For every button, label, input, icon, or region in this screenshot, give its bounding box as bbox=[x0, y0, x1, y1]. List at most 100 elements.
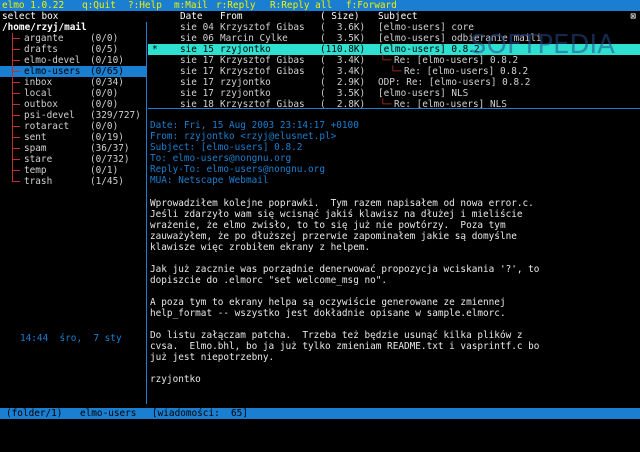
clock: 14:44 śro, 7 sty bbox=[20, 333, 122, 344]
folder-count: (0/0) bbox=[90, 121, 119, 132]
key-reply-all[interactable]: R:Reply all bbox=[270, 0, 332, 11]
tree-branch bbox=[12, 99, 22, 110]
folder-count: (0/34) bbox=[90, 77, 124, 88]
row-from: rzyjontko bbox=[220, 44, 271, 55]
row-size: ( 3.6K) bbox=[320, 22, 366, 33]
row-subject: [elmo-users] 0.8.2 bbox=[378, 44, 480, 55]
folder-item-elmo-devel[interactable]: elmo-devel (0/10) bbox=[0, 55, 146, 66]
message-row[interactable]: sie 17 rzyjontko ( 3.5K) [elmo-users] NLS bbox=[148, 88, 640, 99]
folder-name: psi-devel bbox=[24, 110, 75, 121]
body-paragraph: Wprowadziłem kolejne poprawki. Tym razem… bbox=[150, 198, 534, 253]
folder-count: (0/5) bbox=[90, 44, 119, 55]
folder-item-outbox[interactable]: outbox (0/0) bbox=[0, 99, 146, 110]
folder-count: (0/732) bbox=[90, 154, 130, 165]
folder-count: (0/0) bbox=[90, 33, 119, 44]
header-from: From: rzyjontko <rzyj@elusnet.pl> bbox=[150, 131, 337, 142]
key-quit[interactable]: q:Quit bbox=[82, 0, 116, 11]
folder-item-drafts[interactable]: drafts (0/5) bbox=[0, 44, 146, 55]
row-mark: * bbox=[152, 44, 158, 55]
tree-branch bbox=[12, 66, 22, 77]
folder-name: temp bbox=[24, 165, 47, 176]
key-help[interactable]: ?:Help bbox=[128, 0, 162, 11]
status-message-count: [wiadomości: 65] bbox=[152, 408, 248, 419]
folder-count: (329/727) bbox=[90, 110, 141, 121]
row-subject: [elmo-users] NLS bbox=[378, 88, 469, 99]
folder-name: argante bbox=[24, 33, 64, 44]
folder-count: (0/0) bbox=[90, 88, 119, 99]
row-from: rzyjontko bbox=[220, 77, 271, 88]
folder-item-rotaract[interactable]: rotaract (0/0) bbox=[0, 121, 146, 132]
folder-count: (0/1) bbox=[90, 165, 119, 176]
folder-item-psi-devel[interactable]: psi-devel (329/727) bbox=[0, 110, 146, 121]
row-date: sie 04 bbox=[180, 22, 214, 33]
row-date: sie 17 bbox=[180, 66, 214, 77]
row-size: (110.8K) bbox=[320, 44, 366, 55]
folder-item-elmo-users[interactable]: elmo-users (0/65) bbox=[0, 66, 146, 77]
tree-branch bbox=[12, 154, 22, 165]
row-date: sie 17 bbox=[180, 77, 214, 88]
folder-name: rotaract bbox=[24, 121, 70, 132]
message-row[interactable]: sie 17 Krzysztof Gibas ( 3.4K) └─ Re: [elmo-… bbox=[148, 66, 640, 77]
folder-count: (1/45) bbox=[90, 176, 124, 187]
folder-item-inbox[interactable]: inbox (0/34) bbox=[0, 77, 146, 88]
folder-name: outbox bbox=[24, 99, 58, 110]
select-box-label: select box bbox=[2, 11, 59, 22]
command-line[interactable] bbox=[0, 419, 640, 433]
folder-item-argante[interactable]: argante (0/0) bbox=[0, 33, 146, 44]
folder-item-temp[interactable]: temp (0/1) bbox=[0, 165, 146, 176]
row-size: ( 2.9K) bbox=[320, 77, 366, 88]
status-bar: (folder/1) elmo-users [wiadomości: 65] bbox=[0, 408, 640, 419]
app-version: elmo 1.0.22 bbox=[2, 0, 65, 11]
folder-name: elmo-users bbox=[24, 66, 81, 77]
folder-count: (0/65) bbox=[90, 66, 124, 77]
tree-branch bbox=[12, 55, 22, 66]
folder-name: drafts bbox=[24, 44, 58, 55]
thread-line: └─ bbox=[380, 55, 392, 66]
status-folder: (folder/1) bbox=[6, 408, 63, 419]
row-size: ( 3.4K) bbox=[320, 66, 366, 77]
row-from: Krzysztof Gibas bbox=[220, 22, 305, 33]
body-paragraph: Do listu załączam patcha. Trzeba też będ… bbox=[150, 330, 540, 363]
key-forward[interactable]: f:Forward bbox=[346, 0, 397, 11]
watermark: SOFTPEDIA bbox=[470, 30, 615, 60]
folder-item-stare[interactable]: stare (0/732) bbox=[0, 154, 146, 165]
tree-branch bbox=[12, 165, 22, 176]
top-keybar: elmo 1.0.22 q:Quit ?:Help m:Mail r:Reply… bbox=[0, 0, 640, 11]
thread-line: └─ bbox=[390, 66, 402, 77]
row-size: ( 3.4K) bbox=[320, 55, 366, 66]
row-size: ( 3.5K) bbox=[320, 88, 366, 99]
tree-branch bbox=[12, 132, 22, 143]
folder-item-spam[interactable]: spam (36/37) bbox=[0, 143, 146, 154]
row-subject: [elmo-users] core bbox=[378, 22, 474, 33]
row-date: sie 17 bbox=[180, 55, 214, 66]
row-from: Marcin Cylke bbox=[220, 33, 288, 44]
body-signature: rzyjontko bbox=[150, 374, 201, 385]
row-from: rzyjontko bbox=[220, 88, 271, 99]
message-headers: Date: Fri, 15 Aug 2003 23:14:17 +0100 Fr… bbox=[150, 120, 638, 186]
body-paragraph: A poza tym to ekrany helpa są oczywiście… bbox=[150, 297, 506, 319]
folder-item-local[interactable]: local (0/0) bbox=[0, 88, 146, 99]
key-mail[interactable]: m:Mail bbox=[174, 0, 208, 11]
header-mua: MUA: Netscape Webmail bbox=[150, 175, 269, 186]
row-date: sie 15 bbox=[180, 44, 214, 55]
header-to: To: elmo-users@nongnu.org bbox=[150, 153, 292, 164]
folder-name: local bbox=[24, 88, 53, 99]
body-paragraph: Jak już zacznie was porządnie denerwować… bbox=[150, 264, 540, 286]
tree-branch bbox=[12, 121, 22, 132]
folder-name: trash bbox=[24, 176, 53, 187]
tree-branch bbox=[12, 33, 22, 44]
folder-count: (36/37) bbox=[90, 143, 130, 154]
row-date: sie 06 bbox=[180, 33, 214, 44]
row-date: sie 17 bbox=[180, 88, 214, 99]
folder-name: elmo-devel bbox=[24, 55, 81, 66]
folder-item-trash[interactable]: trash (1/45) bbox=[0, 176, 146, 187]
message-row[interactable]: sie 17 rzyjontko ( 2.9K) ODP: Re: [elmo-use… bbox=[148, 77, 640, 88]
folder-count: (0/19) bbox=[90, 132, 124, 143]
tree-branch bbox=[12, 143, 22, 154]
key-reply[interactable]: r:Reply bbox=[216, 0, 256, 11]
folder-item-sent[interactable]: sent (0/19) bbox=[0, 132, 146, 143]
message-body: Wprowadziłem kolejne poprawki. Tym razem… bbox=[150, 198, 638, 396]
header-date: Date: Fri, 15 Aug 2003 23:14:17 +0100 bbox=[150, 120, 359, 131]
tree-branch bbox=[12, 176, 22, 187]
tree-branch bbox=[12, 44, 22, 55]
